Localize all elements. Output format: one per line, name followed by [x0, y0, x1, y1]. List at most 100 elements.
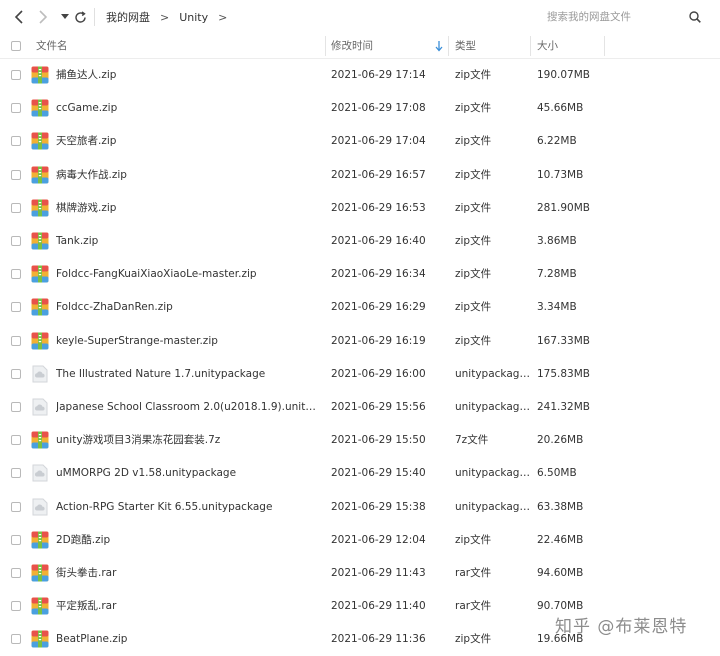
file-size: 7.28MB [537, 268, 577, 281]
file-type: unitypackage... [455, 467, 531, 480]
file-size: 3.86MB [537, 235, 577, 247]
row-checkbox[interactable] [11, 568, 21, 578]
file-type: zip文件 [455, 334, 492, 347]
file-name[interactable]: BeatPlane.zip [56, 623, 318, 656]
file-name[interactable]: 街头拳击.rar [56, 557, 318, 590]
file-name[interactable]: keyle-SuperStrange-master.zip [56, 325, 318, 358]
column-divider[interactable] [325, 36, 326, 56]
file-name[interactable]: 棋牌游戏.zip [56, 192, 318, 225]
file-name[interactable]: Foldcc-FangKuaiXiaoXiaoLe-master.zip [56, 258, 318, 291]
row-checkbox[interactable] [11, 335, 21, 346]
column-divider[interactable] [448, 36, 449, 56]
file-size: 63.38MB [537, 500, 584, 513]
row-checkbox[interactable] [11, 368, 21, 379]
file-type: zip文件 [455, 268, 492, 281]
file-row[interactable]: 2D跑酷.zip 2021-06-29 12:04 zip文件 22.46MB [0, 524, 720, 557]
file-modified-date: 2021-06-29 16:00 [331, 367, 426, 380]
column-divider[interactable] [604, 36, 605, 56]
file-row[interactable]: Japanese School Classroom 2.0(u2018.1.9)… [0, 391, 720, 424]
row-checkbox[interactable] [11, 302, 21, 313]
row-checkbox[interactable] [11, 435, 21, 446]
refresh-button[interactable] [72, 8, 88, 26]
file-row[interactable]: The Illustrated Nature 1.7.unitypackage 2… [0, 358, 720, 391]
file-modified-date: 2021-06-29 16:40 [331, 235, 426, 247]
file-modified-date: 2021-06-29 16:19 [331, 334, 426, 347]
column-header-name[interactable]: 文件名 [36, 34, 68, 58]
file-row[interactable]: Foldcc-ZhaDanRen.zip 2021-06-29 16:29 zip文… [0, 291, 720, 324]
column-divider[interactable] [530, 36, 531, 56]
zip-archive-icon [31, 166, 49, 184]
search-input[interactable] [531, 4, 697, 30]
row-checkbox[interactable] [11, 236, 21, 246]
select-all-checkbox[interactable] [11, 41, 21, 51]
file-modified-date: 2021-06-29 16:34 [331, 268, 426, 281]
row-checkbox[interactable] [11, 269, 21, 280]
file-name[interactable]: Action-RPG Starter Kit 6.55.unitypackage [56, 491, 318, 524]
zip-archive-icon [31, 265, 49, 283]
file-size: 6.50MB [537, 467, 577, 480]
toolbar-divider [94, 8, 95, 26]
row-checkbox[interactable] [11, 136, 21, 147]
file-row[interactable]: Action-RPG Starter Kit 6.55.unitypackage… [0, 491, 720, 524]
file-row[interactable]: ccGame.zip 2021-06-29 17:08 zip文件 45.66MB [0, 92, 720, 125]
row-checkbox[interactable] [11, 601, 21, 612]
search-icon[interactable] [689, 11, 701, 23]
column-header-type[interactable]: 类型 [455, 34, 476, 58]
column-header-size[interactable]: 大小 [537, 34, 558, 58]
file-name[interactable]: Japanese School Classroom 2.0(u2018.1.9)… [56, 391, 318, 424]
cloud-file-icon [31, 498, 49, 516]
file-type: unitypackage... [455, 367, 531, 380]
file-row[interactable]: 天空旅者.zip 2021-06-29 17:04 zip文件 6.22MB [0, 125, 720, 158]
row-checkbox[interactable] [11, 501, 21, 512]
file-row[interactable]: uMMORPG 2D v1.58.unitypackage 2021-06-29 … [0, 457, 720, 490]
history-dropdown-button[interactable] [57, 8, 73, 26]
file-name[interactable]: Foldcc-ZhaDanRen.zip [56, 291, 318, 324]
file-row[interactable]: Tank.zip 2021-06-29 16:40 zip文件 3.86MB [0, 225, 720, 258]
forward-button[interactable] [35, 8, 51, 26]
row-checkbox[interactable] [11, 634, 21, 645]
file-name[interactable]: 病毒大作战.zip [56, 159, 318, 192]
breadcrumb-item-unity[interactable]: Unity [179, 11, 208, 24]
file-row[interactable]: 棋牌游戏.zip 2021-06-29 16:53 zip文件 281.90MB [0, 192, 720, 225]
file-row[interactable]: keyle-SuperStrange-master.zip 2021-06-29 … [0, 325, 720, 358]
file-row[interactable]: unity游戏项目3消果冻花园套装.7z 2021-06-29 15:50 7z文件… [0, 424, 720, 457]
row-checkbox[interactable] [11, 70, 21, 80]
file-row[interactable]: 街头拳击.rar 2021-06-29 11:43 rar文件 94.60MB [0, 557, 720, 590]
sort-descending-icon[interactable] [435, 41, 443, 52]
file-type: zip文件 [455, 168, 492, 181]
row-checkbox[interactable] [11, 103, 21, 114]
file-name[interactable]: Tank.zip [56, 225, 318, 258]
row-checkbox[interactable] [11, 468, 21, 479]
back-button[interactable] [11, 8, 27, 26]
file-name[interactable]: uMMORPG 2D v1.58.unitypackage [56, 457, 318, 490]
file-row[interactable]: 捕鱼达人.zip 2021-06-29 17:14 zip文件 190.07MB [0, 59, 720, 92]
row-checkbox[interactable] [11, 402, 21, 412]
search-box [531, 4, 709, 30]
file-modified-date: 2021-06-29 15:40 [331, 467, 426, 480]
file-name[interactable]: ccGame.zip [56, 92, 318, 125]
file-name[interactable]: 捕鱼达人.zip [56, 59, 318, 92]
file-name[interactable]: The Illustrated Nature 1.7.unitypackage [56, 358, 318, 391]
row-checkbox[interactable] [11, 534, 21, 545]
file-name[interactable]: 天空旅者.zip [56, 125, 318, 158]
file-name[interactable]: 平定叛乱.rar [56, 590, 318, 623]
file-type: zip文件 [455, 69, 492, 81]
zip-archive-icon [31, 630, 49, 648]
file-row[interactable]: Foldcc-FangKuaiXiaoXiaoLe-master.zip 2021… [0, 258, 720, 291]
zip-archive-icon [31, 332, 49, 350]
zip-archive-icon [31, 564, 49, 582]
column-header-date[interactable]: 修改时间 [331, 34, 373, 58]
file-modified-date: 2021-06-29 11:43 [331, 567, 426, 579]
file-name[interactable]: 2D跑酷.zip [56, 524, 318, 557]
chevron-left-icon [14, 10, 23, 24]
breadcrumb-item-my-drive[interactable]: 我的网盘 [106, 9, 150, 25]
row-checkbox[interactable] [11, 202, 21, 213]
file-row[interactable]: 病毒大作战.zip 2021-06-29 16:57 zip文件 10.73MB [0, 159, 720, 192]
file-name[interactable]: unity游戏项目3消果冻花园套装.7z [56, 424, 318, 457]
file-size: 281.90MB [537, 201, 591, 214]
caret-down-icon [61, 14, 69, 19]
file-modified-date: 2021-06-29 11:36 [331, 633, 426, 646]
file-type: unitypackage... [455, 500, 531, 513]
row-checkbox[interactable] [11, 169, 21, 180]
toolbar: 我的网盘 > Unity > [0, 0, 720, 35]
